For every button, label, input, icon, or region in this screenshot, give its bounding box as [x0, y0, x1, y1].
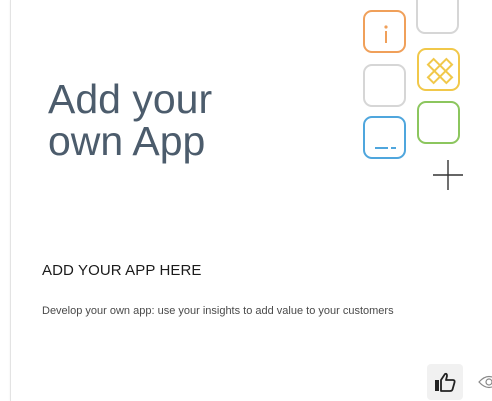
blank-middle-tile [363, 64, 406, 107]
tools-tile [417, 48, 460, 91]
app-card[interactable]: Add your own App ADD YOUR APP HERE Devel… [10, 0, 492, 401]
app-description: Develop your own app: use your insights … [42, 305, 394, 317]
eye-icon [478, 375, 492, 389]
hero-title: Add your own App [48, 76, 213, 164]
blank-top-tile [416, 0, 459, 34]
ruler-pencil-icon [426, 57, 454, 85]
thumbs-up-icon [435, 372, 456, 392]
app-heading: ADD YOUR APP HERE [42, 262, 202, 279]
info-icon [384, 25, 388, 43]
like-button[interactable] [427, 364, 463, 400]
green-tile [417, 101, 460, 144]
plus-icon [433, 160, 463, 190]
info-tile [363, 10, 406, 53]
terminal-tile [363, 116, 406, 159]
terminal-icon [375, 147, 396, 149]
preview-button[interactable] [471, 364, 492, 400]
